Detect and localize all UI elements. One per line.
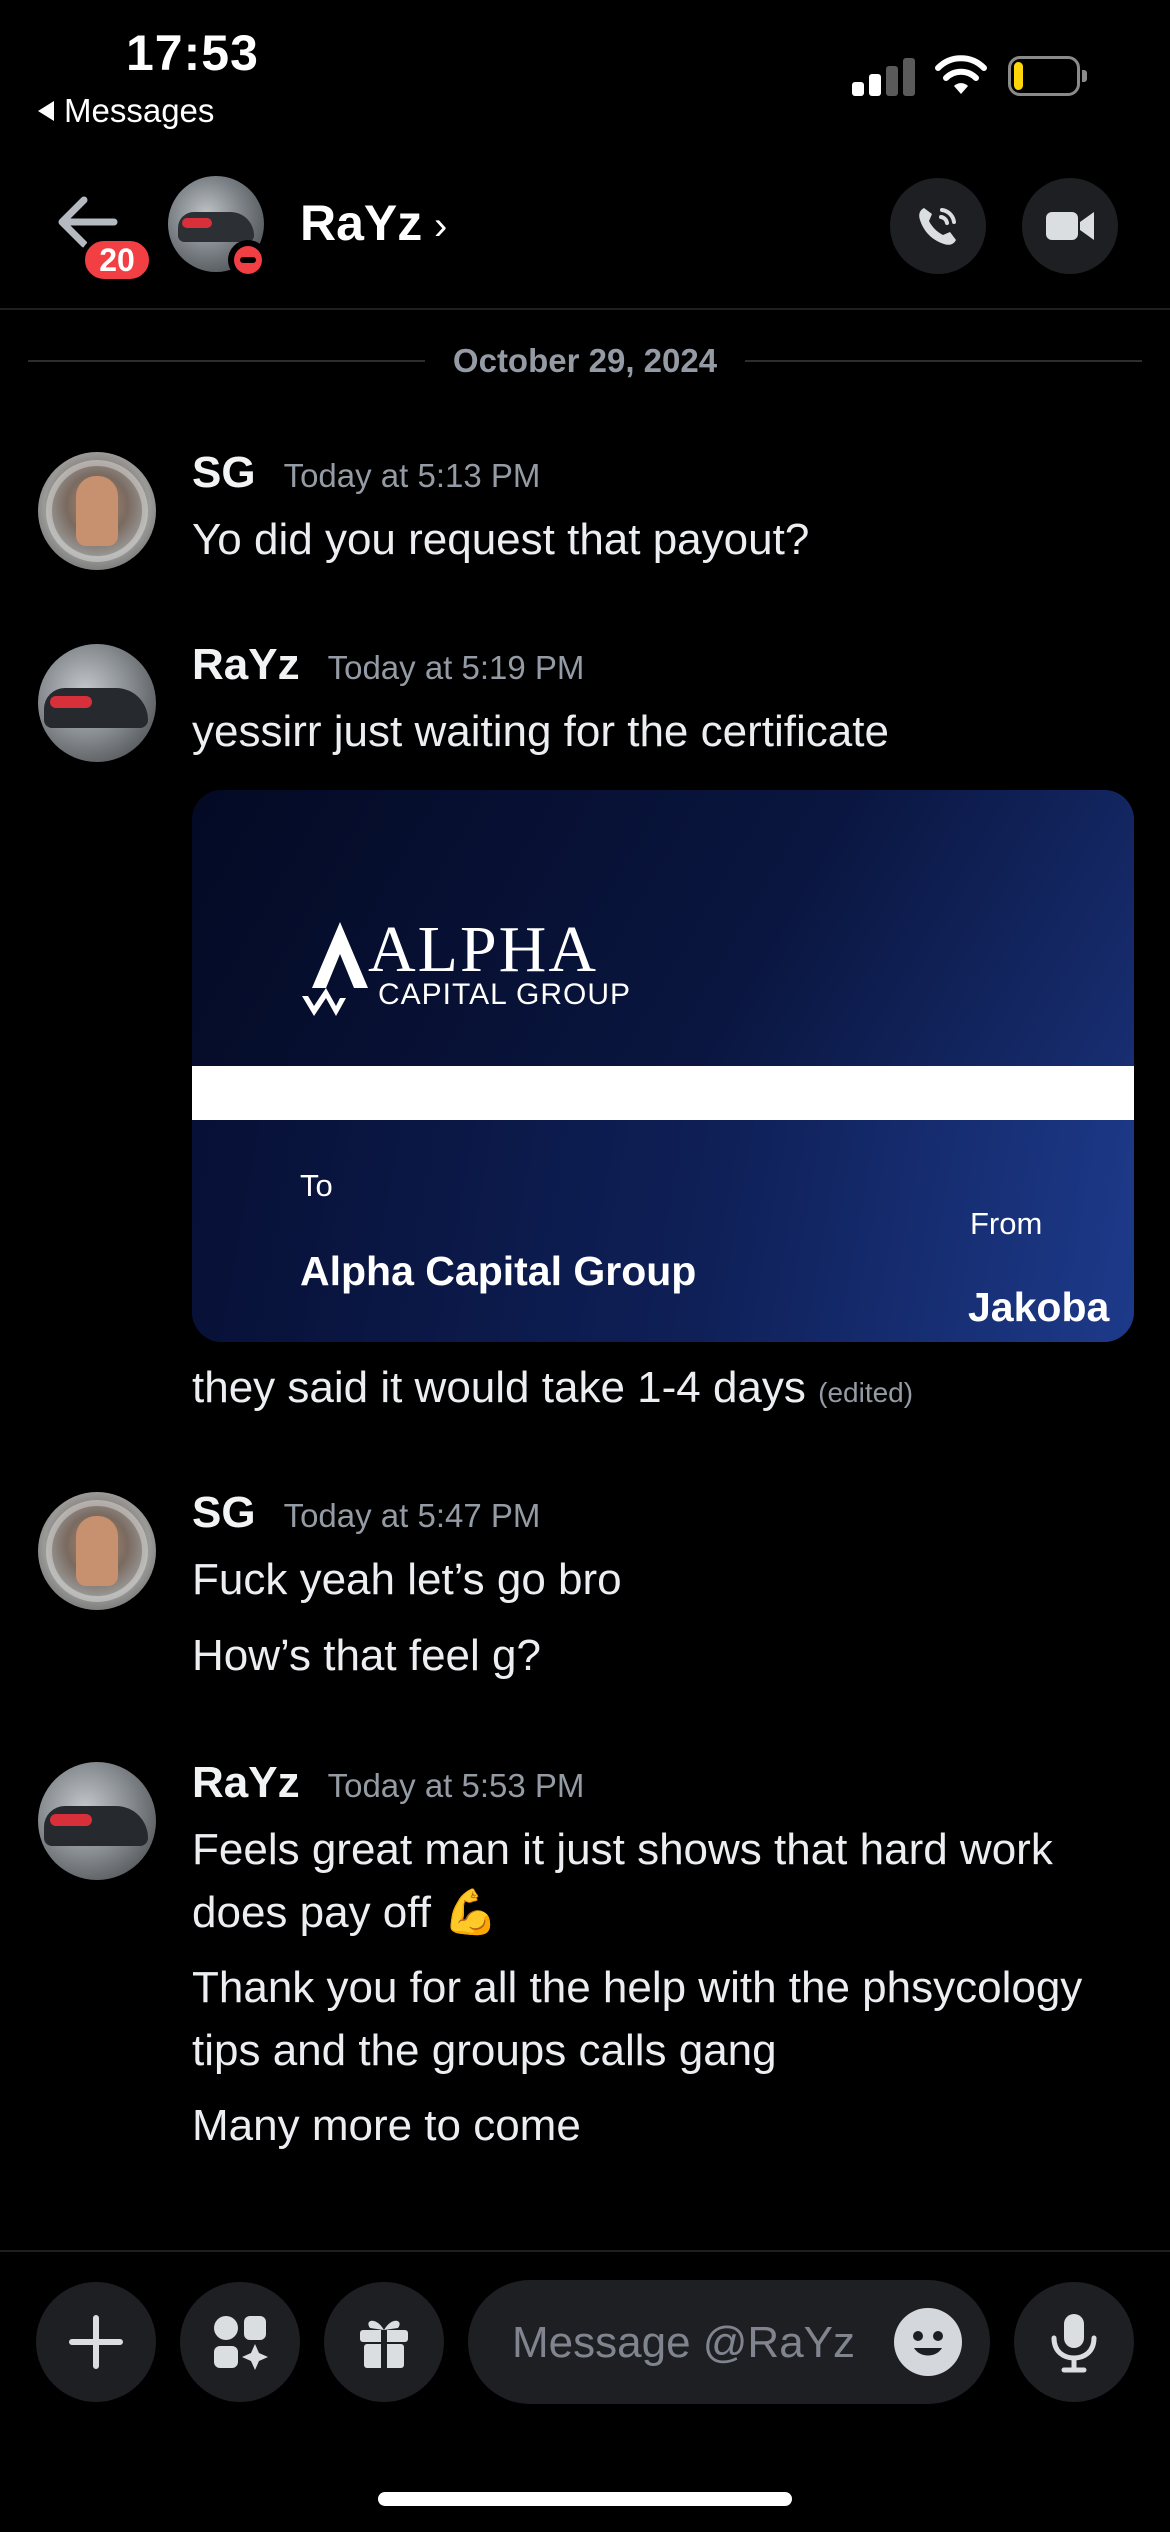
edited-label: (edited) bbox=[818, 1377, 914, 1408]
message-text-content: Feels great man it just shows that hard … bbox=[192, 1825, 1053, 1937]
avatar[interactable] bbox=[38, 452, 156, 570]
avatar[interactable] bbox=[38, 644, 156, 762]
apps-icon bbox=[214, 2316, 268, 2370]
back-app-label: Messages bbox=[64, 92, 215, 129]
unread-badge: 20 bbox=[80, 236, 154, 284]
message-timestamp: Today at 5:13 PM bbox=[283, 457, 541, 494]
message-composer: Message @RaYz bbox=[0, 2250, 1170, 2450]
microphone-icon bbox=[1051, 2314, 1097, 2373]
certificate-brand: ALPHA bbox=[368, 913, 599, 986]
message-text-content: they said it would take 1-4 days bbox=[192, 1363, 806, 1412]
wifi-icon bbox=[935, 55, 987, 94]
message-text[interactable]: Feels great man it just shows that hard … bbox=[192, 1818, 1132, 1944]
home-indicator[interactable] bbox=[378, 2492, 792, 2506]
emoji-button[interactable] bbox=[894, 2308, 962, 2376]
message-text[interactable]: Many more to come bbox=[192, 2094, 1132, 2157]
avatar[interactable] bbox=[38, 1762, 156, 1880]
message-author[interactable]: SG bbox=[192, 1488, 256, 1538]
certificate-sender: Jakoba bbox=[968, 1284, 1110, 1330]
message-timestamp: Today at 5:53 PM bbox=[327, 1767, 585, 1804]
flexed-biceps-emoji: 💪 bbox=[443, 1888, 498, 1937]
gift-icon bbox=[360, 2320, 408, 2368]
message-input[interactable]: Message @RaYz bbox=[468, 2280, 990, 2404]
battery-icon bbox=[1008, 56, 1088, 96]
voice-message-button[interactable] bbox=[1014, 2282, 1134, 2402]
message-timestamp: Today at 5:47 PM bbox=[283, 1497, 541, 1534]
avatar[interactable] bbox=[38, 1492, 156, 1610]
message-author[interactable]: SG bbox=[192, 448, 256, 498]
cellular-signal-icon bbox=[852, 58, 916, 96]
date-divider: October 29, 2024 bbox=[28, 338, 1142, 384]
attach-button[interactable] bbox=[36, 2282, 156, 2402]
apps-button[interactable] bbox=[180, 2282, 300, 2402]
video-camera-icon bbox=[1046, 212, 1094, 240]
certificate-brand-subtitle: CAPITAL GROUP bbox=[378, 978, 632, 1011]
do-not-disturb-status-icon bbox=[228, 240, 268, 280]
message-text[interactable]: Fuck yeah let’s go bro bbox=[192, 1548, 1132, 1611]
certificate-image-attachment[interactable]: ALPHA CAPITAL GROUP To Alpha Capital Gro… bbox=[192, 790, 1134, 1342]
status-time: 17:53 bbox=[126, 25, 259, 81]
video-call-button[interactable] bbox=[1022, 178, 1118, 274]
message-text[interactable]: Yo did you request that payout? bbox=[192, 508, 1132, 571]
plus-icon bbox=[69, 2315, 123, 2369]
certificate-white-stripe bbox=[192, 1066, 1134, 1120]
status-bar: 17:53 Messages bbox=[0, 0, 1170, 140]
certificate-from-label: From bbox=[970, 1206, 1043, 1241]
gift-button[interactable] bbox=[324, 2282, 444, 2402]
message-author[interactable]: RaYz bbox=[192, 1758, 300, 1808]
message-timestamp: Today at 5:19 PM bbox=[327, 649, 585, 686]
dm-header: 20 RaYz › bbox=[0, 160, 1170, 310]
message-text[interactable]: yessirr just waiting for the certificate bbox=[192, 700, 1132, 763]
date-divider-text: October 29, 2024 bbox=[452, 342, 718, 379]
message-text[interactable]: Thank you for all the help with the phsy… bbox=[192, 1956, 1132, 2082]
alpha-logo-icon bbox=[302, 922, 368, 1016]
back-to-app-link[interactable]: Messages bbox=[38, 92, 214, 130]
channel-name[interactable]: RaYz bbox=[300, 194, 422, 252]
message-text[interactable]: they said it would take 1-4 days (edited… bbox=[192, 1356, 1132, 1424]
message-author[interactable]: RaYz bbox=[192, 640, 300, 690]
message-text[interactable]: How’s that feel g? bbox=[192, 1624, 1132, 1687]
battery-level-fill bbox=[1014, 62, 1023, 90]
emoji-icon bbox=[913, 2331, 943, 2356]
chevron-right-icon[interactable]: › bbox=[434, 204, 447, 249]
back-triangle-icon bbox=[38, 101, 54, 121]
message-input-placeholder: Message @RaYz bbox=[512, 2318, 856, 2367]
voice-call-button[interactable] bbox=[890, 178, 986, 274]
phone-call-icon bbox=[919, 208, 956, 245]
certificate-to-label: To bbox=[300, 1168, 333, 1203]
certificate-recipient: Alpha Capital Group bbox=[300, 1248, 697, 1294]
